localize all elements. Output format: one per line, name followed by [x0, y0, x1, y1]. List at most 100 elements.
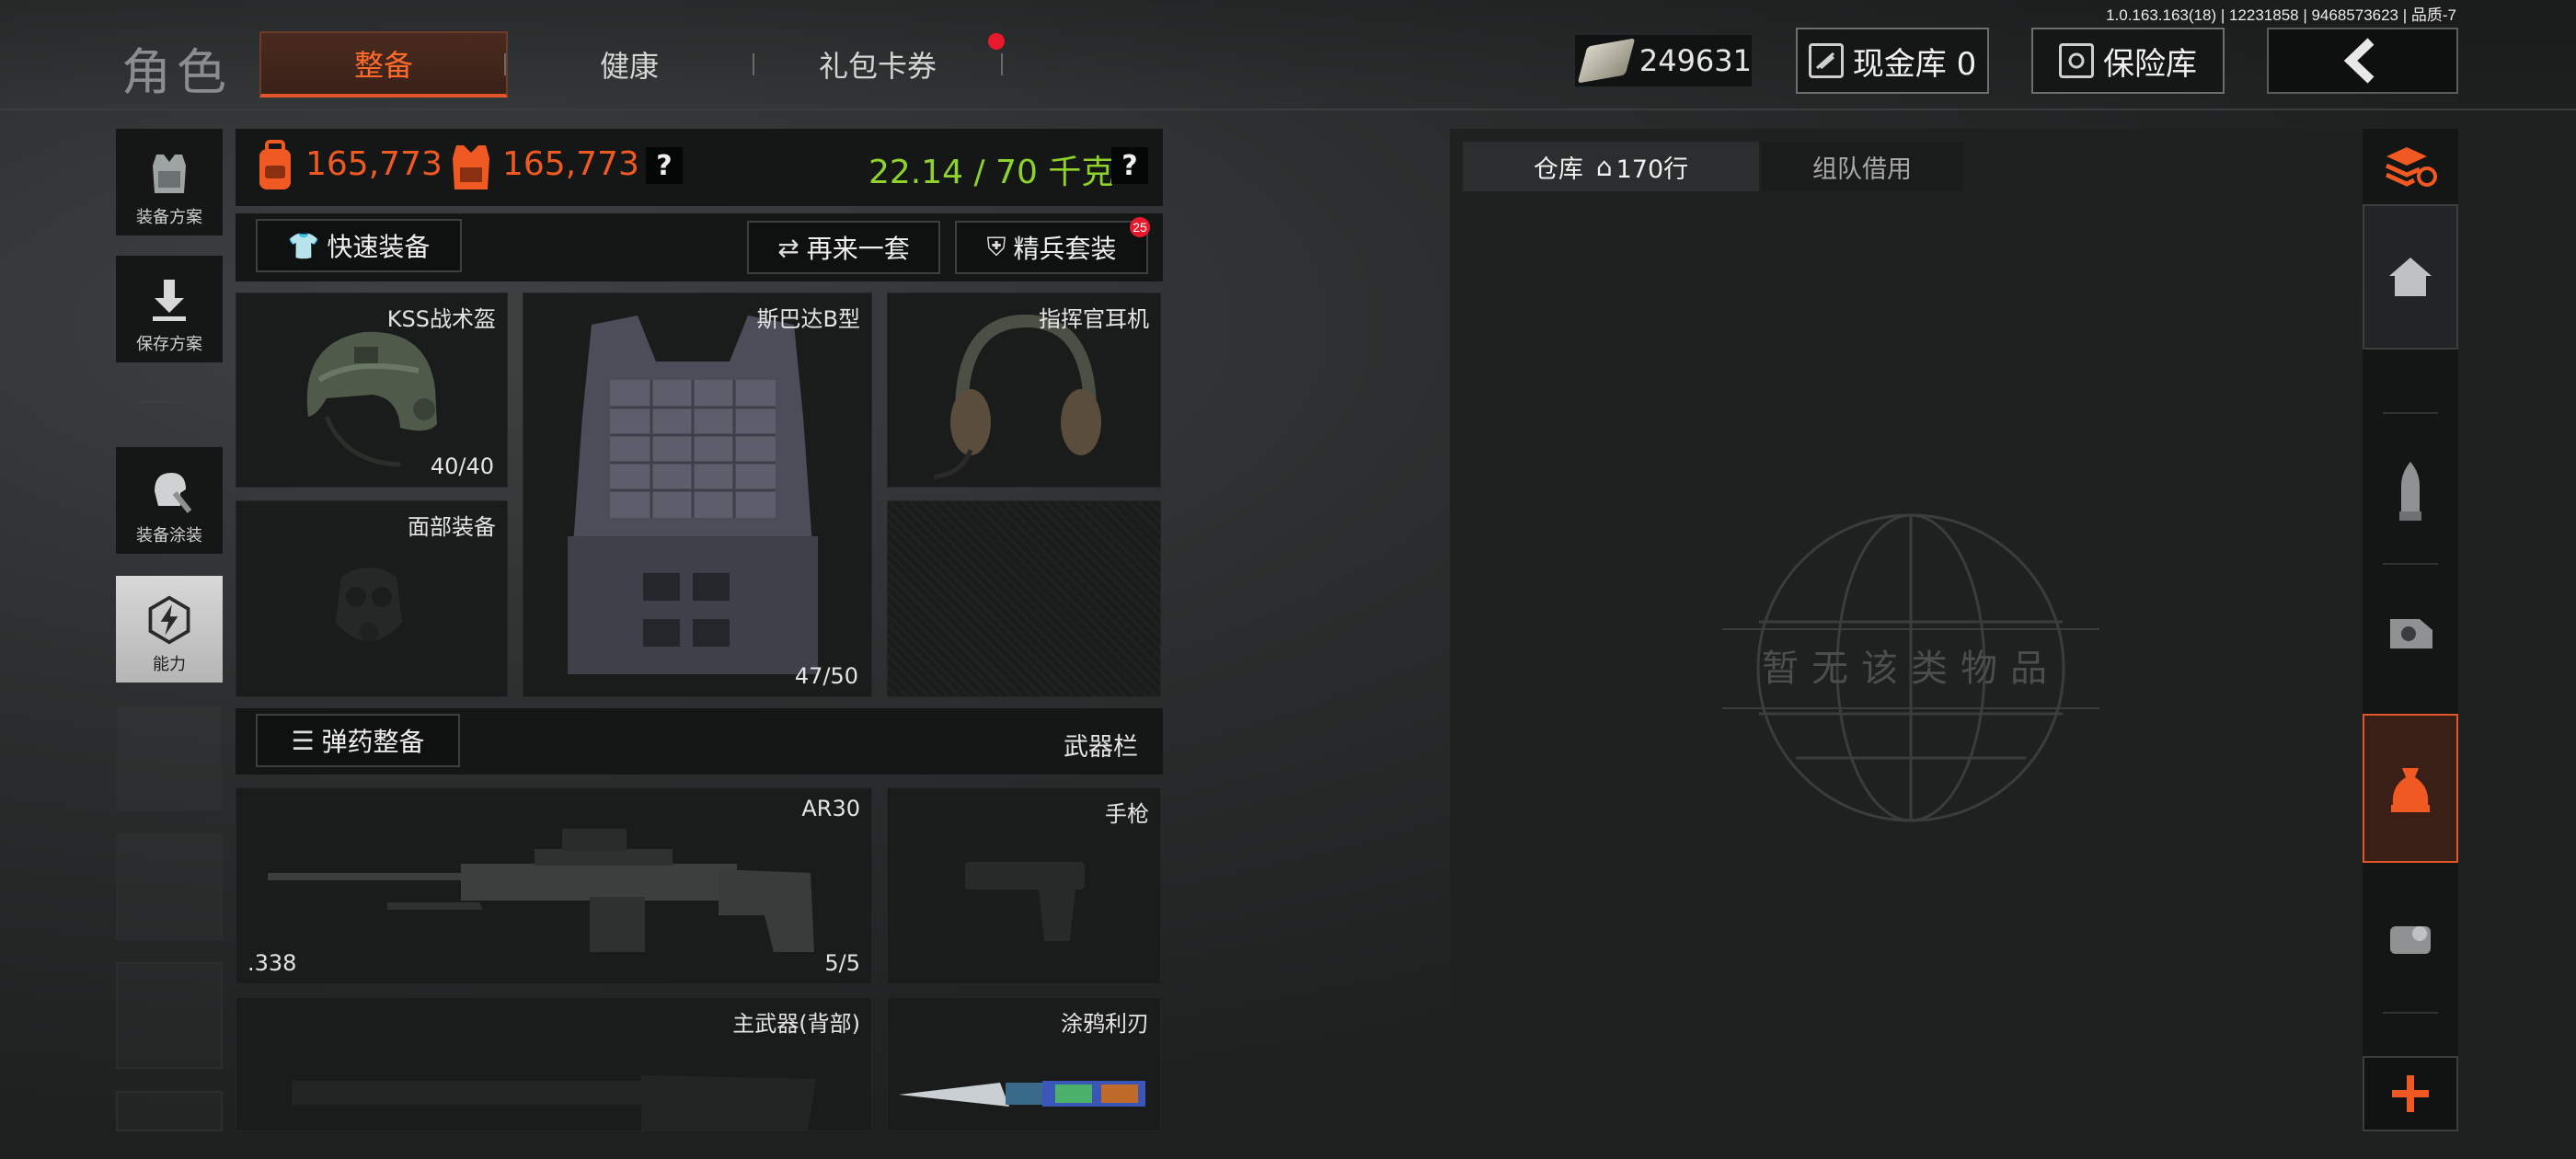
- sidebar-item-ability[interactable]: 能力: [116, 576, 223, 683]
- chevron-left-icon: [2343, 38, 2375, 84]
- helmet-name: KSS战术盔: [386, 306, 496, 332]
- ammo-prep-label: 弹药整备: [321, 727, 425, 757]
- sidebar-empty-slot: [116, 962, 223, 1069]
- backpack-value-icon: [254, 140, 296, 193]
- tab-storage[interactable]: 仓库 ⌂ 170行: [1463, 142, 1759, 191]
- home-icon: [2389, 258, 2432, 296]
- cash-vault-button[interactable]: 现金库 0: [1796, 28, 1989, 94]
- armor-value-icon: [451, 140, 491, 193]
- sidebar-empty-slot: [116, 833, 223, 940]
- cash-vault-label: 现金库 0: [1852, 45, 1977, 83]
- container-icon: [2390, 926, 2431, 954]
- ammo-icon: ☰: [291, 725, 315, 756]
- again-button[interactable]: ⇄ 再来一套: [747, 221, 940, 274]
- armor-durability: 47/50: [794, 663, 858, 689]
- armor-slot[interactable]: 斯巴达B型 47/50: [523, 293, 872, 697]
- again-label: 再来一套: [806, 234, 910, 264]
- shield-icon: ⛨: [986, 232, 1006, 262]
- melee-name: 涂鸦利刃: [1061, 1011, 1149, 1037]
- tab-equip[interactable]: 整备: [259, 31, 508, 98]
- sidebar-item-label: 保存方案: [136, 335, 202, 354]
- rail-sort-button[interactable]: [2363, 129, 2458, 204]
- ammo-prep-button[interactable]: ☰ 弹药整备: [256, 714, 460, 767]
- version-info: 1.0.163.163(18) | 12231858 | 9468573623 …: [2106, 6, 2456, 24]
- page-title: 角色: [121, 43, 232, 101]
- helmet-durability: 40/40: [430, 453, 494, 479]
- butterfly-knife-icon: [899, 1081, 1145, 1107]
- sidebar-item-loadout-plan[interactable]: 装备方案: [116, 129, 223, 235]
- quick-equip-label: 快速装备: [327, 232, 431, 262]
- primary-weapon-name: AR30: [801, 796, 860, 821]
- rail-misc-button[interactable]: [2363, 883, 2458, 993]
- lightning-icon: [144, 594, 195, 646]
- tab-health[interactable]: 健康: [510, 31, 749, 98]
- face-gear-slot[interactable]: 面部装备: [236, 500, 508, 697]
- pistol-label: 手枪: [1105, 801, 1149, 827]
- tab-gift-vouchers[interactable]: 礼包卡券: [756, 31, 999, 98]
- cash-icon: [1577, 38, 1636, 84]
- cash-vault-icon: [1808, 43, 1844, 78]
- pistol-slot[interactable]: 手枪: [887, 787, 1161, 984]
- headset-slot[interactable]: 指挥官耳机: [887, 293, 1161, 488]
- weapon-bar-label: 武器栏: [1064, 733, 1138, 762]
- back-weapon-slot[interactable]: 主武器(背部): [236, 997, 872, 1131]
- melee-slot[interactable]: 涂鸦利刃: [887, 997, 1161, 1131]
- rail-attachment-button[interactable]: [2363, 580, 2458, 690]
- shirt-icon: 👕: [287, 230, 320, 261]
- storage-rows: 170行: [1616, 155, 1689, 184]
- tab-team-borrow[interactable]: 组队借用: [1761, 142, 1963, 191]
- value-help-button[interactable]: ?: [646, 147, 683, 184]
- currency-display: 249631: [1575, 35, 1752, 86]
- tab-separator: [1001, 53, 1003, 75]
- sight-icon: [2390, 619, 2432, 648]
- paint-icon: [144, 465, 195, 517]
- helmet-slot[interactable]: KSS战术盔 40/40: [236, 293, 508, 488]
- pistol-icon: [965, 862, 1085, 941]
- safe-box-label: 保险库: [2103, 45, 2197, 83]
- armor-name: 斯巴达B型: [756, 306, 860, 332]
- weight-help-button[interactable]: ?: [1111, 147, 1148, 184]
- tab-storage-label: 仓库: [1533, 155, 1583, 184]
- backpack-value: 165,773: [305, 145, 443, 183]
- armor-value: 165,773: [502, 145, 639, 183]
- primary-weapon-slot[interactable]: AR30 .338 5/5: [236, 787, 872, 984]
- quick-equip-button[interactable]: 👕 快速装备: [256, 219, 462, 272]
- sidebar-empty-slot: [116, 1091, 223, 1131]
- empty-gear-slot: [887, 500, 1161, 697]
- headset-name: 指挥官耳机: [1039, 306, 1149, 332]
- sidebar-item-label: 装备涂装: [136, 526, 202, 545]
- rail-divider: [2383, 412, 2438, 414]
- download-icon: [144, 274, 195, 326]
- gas-mask-icon: [336, 568, 402, 641]
- vest-icon: [144, 147, 195, 199]
- rail-divider: [2383, 1012, 2438, 1014]
- rail-home-button[interactable]: [2363, 204, 2458, 350]
- weight-display: 22.14 / 70 千克: [868, 154, 1115, 191]
- safe-box-button[interactable]: 保险库: [2031, 28, 2225, 94]
- rail-loot-button[interactable]: [2363, 714, 2458, 863]
- tab-separator: [504, 53, 506, 75]
- currency-amount: 249631: [1639, 43, 1752, 78]
- refresh-icon: ⇄: [777, 232, 799, 263]
- tab-separator: [753, 53, 754, 75]
- sidebar-item-save-plan[interactable]: 保存方案: [116, 256, 223, 362]
- sidebar-item-label: 装备方案: [136, 208, 202, 227]
- header-divider: [0, 109, 2576, 110]
- sniper-rifle-icon: [268, 829, 814, 952]
- back-weapon-label: 主武器(背部): [732, 1011, 860, 1037]
- notification-dot: [988, 33, 1005, 50]
- elite-set-button[interactable]: ⛨ 精兵套装: [955, 221, 1148, 274]
- sidebar-item-paint[interactable]: 装备涂装: [116, 447, 223, 554]
- back-button[interactable]: [2267, 28, 2458, 94]
- face-gear-label: 面部装备: [408, 514, 496, 540]
- layers-refresh-icon: [2385, 147, 2437, 187]
- sidebar-divider: [138, 401, 212, 403]
- rail-add-button[interactable]: [2363, 1056, 2458, 1131]
- sidebar-empty-slot: [116, 705, 223, 811]
- rail-ammo-button[interactable]: [2363, 432, 2458, 552]
- loot-bag-icon: [2391, 768, 2430, 812]
- elite-set-label: 精兵套装: [1013, 234, 1117, 264]
- safe-icon: [2059, 43, 2094, 78]
- rail-divider: [2383, 563, 2438, 565]
- sidebar-item-label: 能力: [153, 655, 186, 674]
